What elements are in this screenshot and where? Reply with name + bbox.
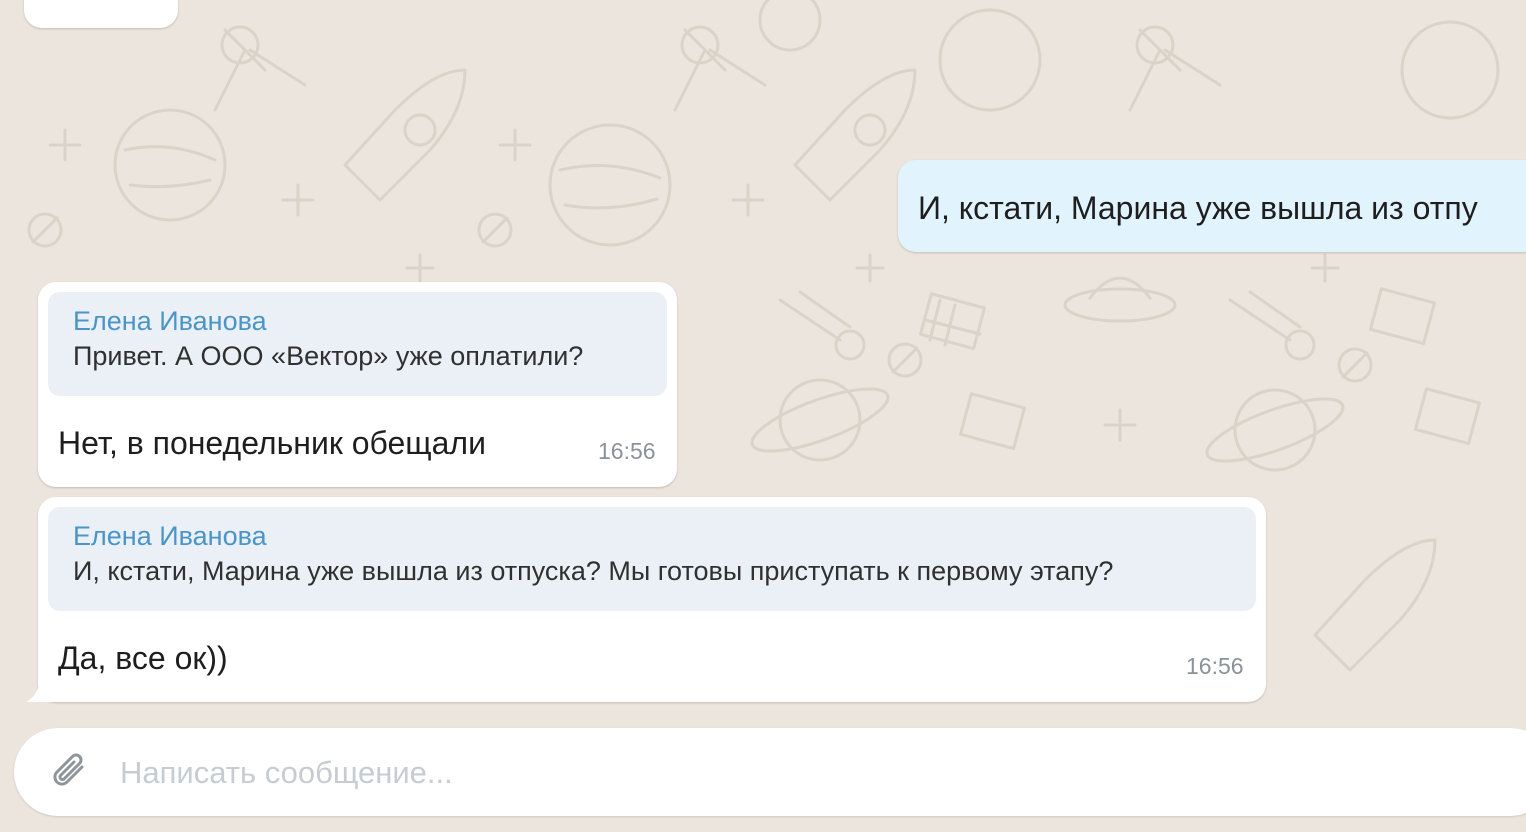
reply-quote-text: И, кстати, Марина уже вышла из отпуска? … — [73, 556, 1114, 586]
message-text: Нет, в понедельник обещали — [58, 425, 486, 461]
message-input[interactable] — [118, 746, 1422, 800]
message-bubble-partial — [24, 0, 178, 28]
reply-quote[interactable]: Елена Иванова И, кстати, Марина уже вышл… — [48, 507, 1256, 611]
reply-quote-author: Елена Иванова — [73, 306, 267, 336]
paperclip-icon[interactable] — [46, 748, 94, 796]
message-text: Да, все ок)) — [58, 640, 228, 676]
message-composer — [14, 728, 1526, 816]
message-bubble-incoming: Елена Иванова Привет. А ООО «Вектор» уже… — [38, 282, 677, 487]
reply-quote-text: Привет. А ООО «Вектор» уже оплатили? — [73, 341, 584, 371]
bubble-tail — [26, 676, 54, 702]
reply-quote[interactable]: Елена Иванова Привет. А ООО «Вектор» уже… — [48, 292, 667, 396]
reply-quote-author: Елена Иванова — [73, 521, 267, 551]
message-timestamp: 16:56 — [1186, 653, 1244, 679]
message-timestamp: 16:56 — [598, 438, 656, 464]
message-bubble-outgoing: И, кстати, Марина уже вышла из отпу — [898, 160, 1526, 252]
message-bubble-incoming: Елена Иванова И, кстати, Марина уже вышл… — [38, 497, 1266, 702]
message-text: И, кстати, Марина уже вышла из отпу — [918, 190, 1478, 226]
